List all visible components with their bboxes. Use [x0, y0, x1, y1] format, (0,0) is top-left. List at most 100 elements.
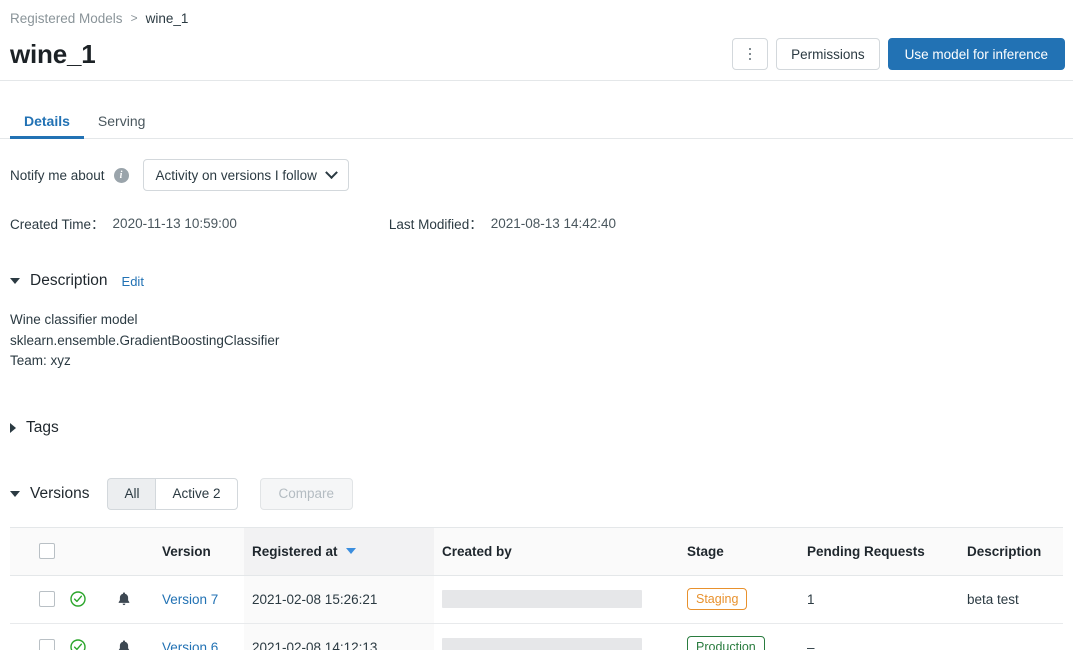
versions-table: Version Registered at Created by Stage P… [10, 527, 1063, 650]
tags-header: Tags [10, 416, 1063, 440]
created-time-value: 2020-11-13 10:59:00 [113, 216, 237, 231]
registered-at-value: 2021-02-08 15:26:21 [252, 592, 377, 607]
version-header: Version [154, 527, 244, 575]
created-time-block: Created Time： 2020-11-13 10:59:00 [10, 213, 237, 233]
ready-check-circle-icon [70, 591, 86, 607]
row-description-cell [959, 623, 1063, 650]
chevron-down-icon [325, 166, 338, 179]
versions-table-head: Version Registered at Created by Stage P… [10, 527, 1063, 575]
tab-details[interactable]: Details [10, 113, 84, 139]
description-header: Description Edit [10, 269, 1063, 293]
breadcrumb-separator-icon: > [131, 11, 138, 25]
version-link[interactable]: Version 6 [162, 640, 218, 650]
stage-header-label: Stage [687, 544, 724, 559]
row-created-by-cell [434, 575, 679, 623]
description-edit-link[interactable]: Edit [122, 274, 144, 289]
row-stage-cell: Staging [679, 575, 799, 623]
version-link[interactable]: Version 7 [162, 592, 218, 607]
page-title: wine_1 [10, 39, 96, 70]
versions-header: Versions All Active 2 Compare [10, 478, 1063, 510]
registered-at-header-label: Registered at [252, 544, 338, 559]
created-by-header: Created by [434, 527, 679, 575]
row-follow-cell [104, 623, 154, 650]
registered-at-header[interactable]: Registered at [244, 527, 434, 575]
row-status-cell [70, 623, 104, 650]
select-all-header [10, 527, 70, 575]
notify-scope-dropdown[interactable]: Activity on versions I follow [143, 159, 349, 191]
row-checkbox[interactable] [39, 639, 55, 650]
versions-collapse-caret-icon[interactable] [10, 491, 20, 497]
row-registered-at-cell: 2021-02-08 15:26:21 [244, 575, 434, 623]
row-checkbox[interactable] [39, 591, 55, 607]
ready-check-circle-icon [70, 639, 86, 650]
created-time-label: Created Time： [10, 213, 105, 233]
description-line-2: sklearn.ensemble.GradientBoostingClassif… [10, 331, 1063, 352]
pending-requests-value: – [807, 640, 815, 650]
row-follow-cell [104, 575, 154, 623]
pending-requests-header-label: Pending Requests [807, 544, 925, 559]
status-badge: Production [687, 636, 765, 650]
description-body: Wine classifier model sklearn.ensemble.G… [10, 310, 1063, 372]
description-title: Description [30, 272, 108, 290]
row-created-by-cell [434, 623, 679, 650]
tab-serving[interactable]: Serving [84, 113, 159, 139]
tags-title: Tags [26, 419, 59, 437]
row-version-cell: Version 7 [154, 575, 244, 623]
versions-table-wrap: Version Registered at Created by Stage P… [0, 527, 1073, 650]
notify-label: Notify me about [10, 168, 105, 183]
bell-icon[interactable] [117, 639, 131, 650]
status-badge: Staging [687, 588, 747, 610]
breadcrumb: Registered Models > wine_1 [0, 0, 1073, 28]
registered-at-value: 2021-02-08 14:12:13 [252, 640, 377, 650]
last-modified-value: 2021-08-13 14:42:40 [491, 216, 616, 231]
created-by-redacted-value [442, 590, 642, 608]
model-meta: Created Time： 2020-11-13 10:59:00 Last M… [0, 213, 1073, 233]
description-header-col: Description [959, 527, 1063, 575]
notify-scope-value: Activity on versions I follow [156, 168, 317, 183]
description-header-label: Description [967, 544, 1041, 559]
tags-expand-caret-icon[interactable] [10, 423, 16, 433]
versions-filter-active[interactable]: Active 2 [155, 478, 237, 510]
overflow-menu-button[interactable] [732, 38, 768, 70]
permissions-button[interactable]: Permissions [776, 38, 880, 70]
use-model-for-inference-button[interactable]: Use model for inference [888, 38, 1065, 70]
select-all-checkbox[interactable] [39, 543, 55, 559]
table-row[interactable]: Version 6 2021-02-08 14:12:13 Production… [10, 623, 1063, 650]
table-header-row: Version Registered at Created by Stage P… [10, 527, 1063, 575]
row-select-cell [10, 575, 70, 623]
versions-title: Versions [30, 485, 89, 503]
table-row[interactable]: Version 7 2021-02-08 15:26:21 Staging 1 [10, 575, 1063, 623]
description-line-1: Wine classifier model [10, 310, 1063, 331]
row-pending-cell: – [799, 623, 959, 650]
row-stage-cell: Production [679, 623, 799, 650]
description-section: Description Edit Wine classifier model s… [0, 269, 1073, 372]
row-status-cell [70, 575, 104, 623]
compare-button: Compare [260, 478, 354, 510]
pending-requests-header: Pending Requests [799, 527, 959, 575]
versions-filter-group: All Active 2 [107, 478, 237, 510]
page-header: wine_1 Permissions Use model for inferen… [0, 28, 1073, 80]
last-modified-label: Last Modified： [389, 213, 483, 233]
created-by-redacted-value [442, 638, 642, 650]
bell-icon[interactable] [117, 591, 131, 607]
info-icon[interactable]: i [114, 168, 129, 183]
row-pending-cell: 1 [799, 575, 959, 623]
kebab-menu-icon [749, 48, 752, 61]
versions-filter-all[interactable]: All [107, 478, 155, 510]
version-header-label: Version [162, 544, 211, 559]
status-header [70, 527, 104, 575]
versions-table-body: Version 7 2021-02-08 15:26:21 Staging 1 [10, 575, 1063, 650]
last-modified-block: Last Modified： 2021-08-13 14:42:40 [389, 213, 616, 233]
row-select-cell [10, 623, 70, 650]
follow-header [104, 527, 154, 575]
description-line-3: Team: xyz [10, 351, 1063, 372]
sort-descending-icon[interactable] [346, 548, 356, 554]
header-actions: Permissions Use model for inference [732, 38, 1065, 70]
header-divider [0, 80, 1073, 81]
breadcrumb-parent-link[interactable]: Registered Models [10, 11, 123, 26]
description-collapse-caret-icon[interactable] [10, 278, 20, 284]
breadcrumb-current: wine_1 [146, 11, 189, 26]
pending-requests-value: 1 [807, 592, 815, 607]
notify-row: Notify me about i Activity on versions I… [0, 159, 1073, 191]
created-by-header-label: Created by [442, 544, 512, 559]
